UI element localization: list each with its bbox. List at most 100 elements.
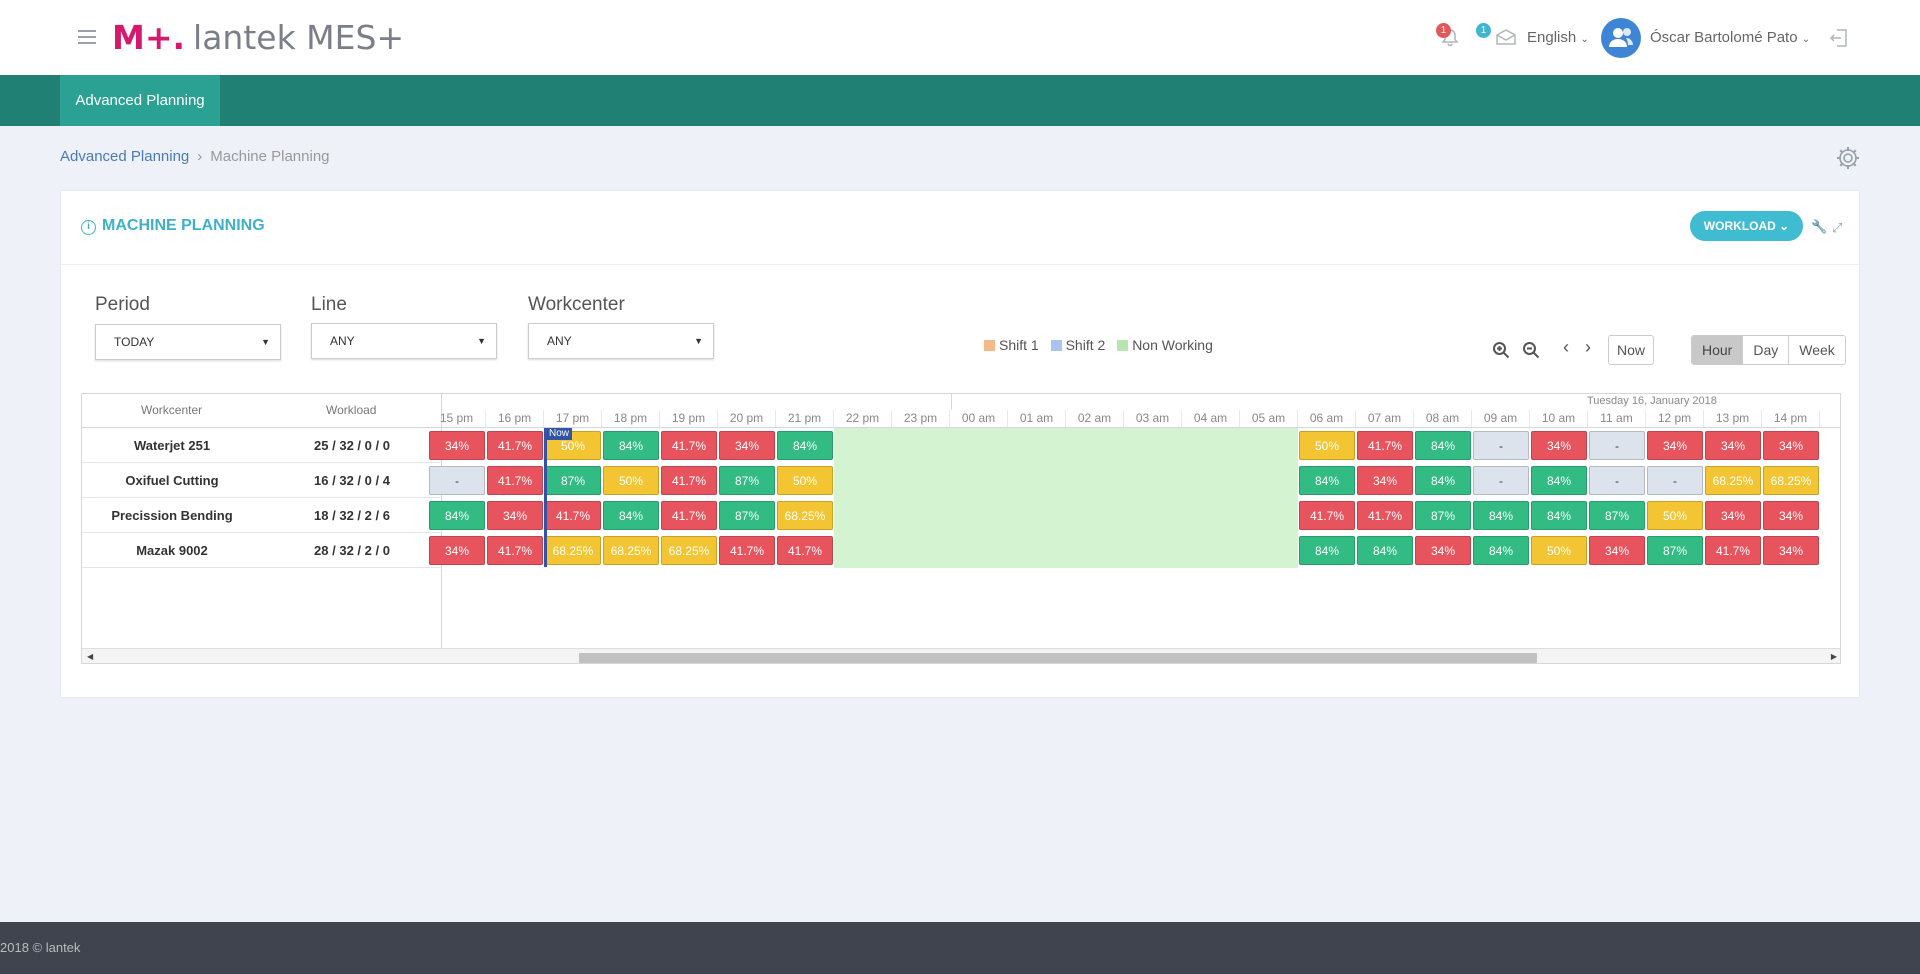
gear-icon[interactable] [1835, 145, 1861, 171]
workload-cell[interactable]: 34% [1531, 431, 1587, 460]
workload-cell[interactable]: 84% [1357, 536, 1413, 565]
workload-cell[interactable]: 84% [1473, 536, 1529, 565]
chevron-right-icon[interactable]: › [1585, 337, 1591, 358]
workload-cell[interactable]: 84% [1473, 501, 1529, 530]
hour-tick-label: 01 am [1008, 410, 1066, 427]
hour-tick-label: 19 pm [660, 410, 718, 427]
table-row[interactable]: Oxifuel Cutting 16 / 32 / 0 / 4 [82, 463, 442, 498]
workload-cell[interactable]: 41.7% [487, 536, 543, 565]
workload-dropdown-button[interactable]: WORKLOAD ⌄ [1690, 211, 1803, 241]
envelope-icon[interactable] [1496, 29, 1516, 45]
workload-cell[interactable]: 84% [1415, 466, 1471, 495]
language-selector[interactable]: English ⌄ [1527, 29, 1589, 46]
workload-cell[interactable]: - [1589, 431, 1645, 460]
workload-cell[interactable]: 34% [1589, 536, 1645, 565]
workload-cell[interactable]: - [1473, 466, 1529, 495]
avatar[interactable] [1601, 18, 1641, 58]
workload-cell[interactable]: 68.25% [661, 536, 717, 565]
workload-cell[interactable]: 84% [777, 431, 833, 460]
table-row[interactable]: Precission Bending 18 / 32 / 2 / 6 [82, 498, 442, 533]
info-icon[interactable]: i [81, 220, 96, 235]
workload-cell[interactable]: 34% [1647, 431, 1703, 460]
line-select[interactable]: ANY ▼ [311, 323, 497, 359]
workload-cell[interactable]: 68.25% [1763, 466, 1819, 495]
workload-cell[interactable]: 41.7% [487, 466, 543, 495]
notification-badge: 1 [1436, 23, 1451, 38]
period-select[interactable]: TODAY ▼ [95, 324, 281, 360]
breadcrumb-parent[interactable]: Advanced Planning [60, 148, 189, 165]
view-hour-button[interactable]: Hour [1692, 336, 1743, 364]
workload-cell[interactable]: 34% [1415, 536, 1471, 565]
workload-cell[interactable]: 68.25% [603, 536, 659, 565]
workload-cell[interactable]: 34% [1763, 536, 1819, 565]
workload-cell[interactable]: 41.7% [719, 536, 775, 565]
tab-advanced-planning[interactable]: Advanced Planning [60, 75, 220, 126]
workload-cell[interactable]: 34% [487, 501, 543, 530]
expand-icon[interactable]: ⤢ [1832, 220, 1842, 236]
table-row[interactable]: Mazak 9002 28 / 32 / 2 / 0 [82, 533, 442, 568]
workload-cell[interactable]: - [429, 466, 485, 495]
zoom-out-icon[interactable] [1522, 341, 1540, 359]
view-week-button[interactable]: Week [1788, 336, 1845, 364]
workload-cell[interactable]: 41.7% [661, 501, 717, 530]
workload-cell[interactable]: 41.7% [661, 431, 717, 460]
scrollbar-thumb[interactable] [579, 653, 1537, 663]
workload-cell[interactable]: 41.7% [487, 431, 543, 460]
workload-cell[interactable]: - [1647, 466, 1703, 495]
now-button[interactable]: Now [1608, 335, 1654, 365]
workload-cell[interactable]: 34% [719, 431, 775, 460]
workload-cell[interactable]: 50% [1299, 431, 1355, 460]
workload-cell[interactable]: 84% [603, 431, 659, 460]
workload-cell[interactable]: 34% [429, 536, 485, 565]
logout-icon[interactable] [1828, 27, 1850, 49]
workload-cell[interactable]: 34% [1705, 431, 1761, 460]
workload-cell[interactable]: 68.25% [1705, 466, 1761, 495]
view-day-button[interactable]: Day [1742, 336, 1789, 364]
workload-cell[interactable]: 84% [429, 501, 485, 530]
workload-cell[interactable]: 68.25% [777, 501, 833, 530]
wrench-icon[interactable]: 🔧 [1811, 219, 1827, 235]
workload-cell[interactable]: 41.7% [545, 501, 601, 530]
workload-cell[interactable]: 84% [1299, 536, 1355, 565]
workload-cell[interactable]: 50% [777, 466, 833, 495]
workload-cell[interactable]: 41.7% [1357, 501, 1413, 530]
workload-cell[interactable]: 84% [1415, 431, 1471, 460]
workload-cell[interactable]: 87% [719, 466, 775, 495]
workload-cell[interactable]: 87% [1415, 501, 1471, 530]
menu-icon[interactable] [78, 30, 96, 44]
workload-cell[interactable]: 34% [1763, 501, 1819, 530]
workload-cell[interactable]: - [1473, 431, 1529, 460]
workload-cell[interactable]: 50% [603, 466, 659, 495]
user-menu[interactable]: Óscar Bartolomé Pato ⌄ [1650, 29, 1810, 46]
horizontal-scrollbar[interactable]: ◀ ▶ [82, 648, 1840, 663]
workload-cell[interactable]: 41.7% [1357, 431, 1413, 460]
workload-cell[interactable]: 87% [1589, 501, 1645, 530]
workload-cell[interactable]: 50% [1647, 501, 1703, 530]
workload-cell[interactable]: 84% [1531, 466, 1587, 495]
workload-cell[interactable]: 41.7% [1705, 536, 1761, 565]
workload-cell[interactable]: 87% [719, 501, 775, 530]
workload-cell[interactable]: 50% [1531, 536, 1587, 565]
timeline[interactable]: Tuesday 16, January 2018 15 pm 16 pm 17 pm… [429, 394, 1840, 648]
table-row[interactable]: Waterjet 251 25 / 32 / 0 / 0 [82, 428, 442, 463]
workload-cell[interactable]: 41.7% [777, 536, 833, 565]
workload-cell[interactable]: 41.7% [1299, 501, 1355, 530]
app-logo[interactable]: M+. lantek MES+ [112, 18, 404, 58]
zoom-in-icon[interactable] [1492, 341, 1510, 359]
workload-cell[interactable]: 68.25% [545, 536, 601, 565]
workload-cell[interactable]: 34% [429, 431, 485, 460]
workload-cell[interactable]: 87% [545, 466, 601, 495]
workload-cell[interactable]: 34% [1357, 466, 1413, 495]
workload-cell[interactable]: - [1589, 466, 1645, 495]
workload-cell[interactable]: 41.7% [661, 466, 717, 495]
workload-cell[interactable]: 84% [603, 501, 659, 530]
workload-cell[interactable]: 84% [1531, 501, 1587, 530]
workload-cell[interactable]: 34% [1763, 431, 1819, 460]
workcenter-select[interactable]: ANY ▼ [528, 323, 714, 359]
scroll-left-arrow-icon[interactable]: ◀ [87, 652, 93, 661]
chevron-left-icon[interactable]: ‹ [1563, 337, 1569, 358]
workload-cell[interactable]: 87% [1647, 536, 1703, 565]
workload-cell[interactable]: 84% [1299, 466, 1355, 495]
scroll-right-arrow-icon[interactable]: ▶ [1831, 652, 1837, 661]
workload-cell[interactable]: 34% [1705, 501, 1761, 530]
